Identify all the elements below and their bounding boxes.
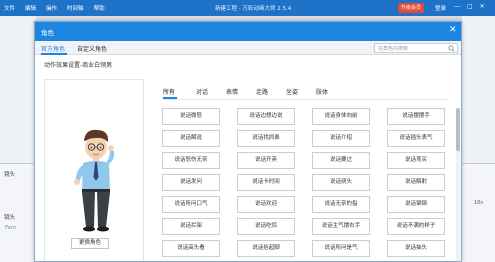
tab-custom-roles[interactable]: 自定义角色: [77, 44, 107, 53]
action-button[interactable]: 说话摆摆手: [387, 108, 445, 125]
app-title: 新建工程 - 万彩动画大师 2.5.4: [215, 6, 292, 12]
timeline-zoom: 10s: [474, 200, 483, 206]
timeline-label-camera-2: 镜头: [4, 215, 16, 221]
action-button[interactable]: 说话所问是气: [312, 240, 370, 257]
action-button[interactable]: 说话抬起脚: [237, 240, 295, 257]
action-button[interactable]: 说话身体向前: [312, 108, 370, 125]
action-button[interactable]: 说话边想边说: [237, 108, 295, 125]
maximize-icon[interactable]: □: [467, 3, 473, 10]
menu-timeline[interactable]: 时间轴: [67, 4, 84, 12]
action-button[interactable]: 说话介绍: [312, 130, 370, 147]
upgrade-button[interactable]: 升级会员: [398, 3, 424, 13]
category-tab-walk[interactable]: 走路: [256, 87, 268, 96]
category-tab-limbs[interactable]: 肢体: [316, 87, 328, 96]
minimize-icon[interactable]: —: [454, 3, 460, 10]
dialog-close-icon[interactable]: ✕: [449, 25, 457, 36]
action-button[interactable]: 说话挠头: [312, 174, 370, 191]
menu-help[interactable]: 帮助: [94, 4, 105, 12]
category-divider: [162, 99, 448, 100]
action-button[interactable]: 说话抽头: [387, 240, 445, 257]
close-icon[interactable]: ✕: [480, 3, 485, 10]
action-scrollbar-thumb[interactable]: [456, 108, 460, 151]
action-button[interactable]: 说话怒伤无奈: [162, 152, 220, 169]
role-dialog: 角色 ✕ 官方角色 自定义角色 在角色内搜索 动作效果设置-商业白领男 更换角色…: [34, 21, 462, 262]
action-button[interactable]: 说话无奈的指: [312, 196, 370, 213]
search-icon[interactable]: [448, 45, 455, 52]
action-button[interactable]: 说话拦架: [162, 218, 220, 235]
menu-edit[interactable]: 编辑: [25, 4, 36, 12]
menu-operate[interactable]: 操作: [46, 4, 57, 12]
action-button[interactable]: 说话钢钢: [387, 196, 445, 213]
dialog-titlebar: 角色 ✕: [35, 22, 461, 41]
action-category-tabs: 所有 对话 表情 走路 坐姿 肢体: [162, 87, 452, 99]
action-button[interactable]: 说话开英: [237, 152, 295, 169]
timeline-label-camera: 镜头: [4, 172, 16, 178]
change-character-button[interactable]: 更换角色: [71, 238, 109, 249]
dialog-title: 角色: [41, 29, 54, 37]
tab-official-roles[interactable]: 官方角色: [41, 44, 65, 53]
app-titlebar: 文件 编辑 操作 时间轴 帮助 新建工程 - 万彩动画大师 2.5.4 升级会员…: [0, 0, 495, 16]
action-button[interactable]: 说话插头表气: [387, 130, 445, 147]
action-button[interactable]: 说话要过: [312, 152, 370, 169]
action-button[interactable]: 说话欢迎: [237, 196, 295, 213]
action-settings-title: 动作效果设置-商业白领男: [44, 62, 113, 69]
category-tab-expression[interactable]: 表情: [226, 87, 238, 96]
dialog-tabs: 官方角色 自定义角色 在角色内搜索: [35, 41, 461, 55]
action-button[interactable]: 说话卡时间: [237, 174, 295, 191]
character-preview-panel: 更换角色: [44, 79, 144, 261]
action-button[interactable]: 说话吃惊: [237, 218, 295, 235]
action-button[interactable]: 说话微怒: [162, 108, 220, 125]
app-menu: 文件 编辑 操作 时间轴 帮助: [4, 4, 105, 12]
login-button[interactable]: 登录: [435, 4, 446, 12]
character-figure: [74, 129, 115, 232]
active-category-indicator: [163, 97, 177, 99]
action-button[interactable]: 说话所问口气: [162, 196, 220, 213]
action-button[interactable]: 说话找抓鼻: [237, 130, 295, 147]
action-button[interactable]: 说话不满的样子: [387, 218, 445, 235]
category-tab-all[interactable]: 所有: [163, 87, 175, 96]
action-button[interactable]: 说话解说: [162, 130, 220, 147]
action-button[interactable]: 说话发问: [162, 174, 220, 191]
search-placeholder: 在角色内搜索: [378, 46, 409, 52]
active-tab-indicator: [41, 53, 67, 55]
action-button[interactable]: 说话主气摆右手: [312, 218, 370, 235]
action-button[interactable]: 说话解射: [387, 174, 445, 191]
menu-file[interactable]: 文件: [4, 4, 15, 12]
action-button[interactable]: 说话高头看: [162, 240, 220, 257]
action-grid: 说话微怒 说话边想边说 说话身体向前 说话摆摆手说话解说 说话找抓鼻 说话介绍 说话插头表气…: [162, 108, 448, 261]
timeline-label-fam: Fam: [5, 225, 17, 231]
action-button[interactable]: 说话弯买: [387, 152, 445, 169]
category-tab-talk[interactable]: 对话: [196, 87, 208, 96]
role-search-input[interactable]: 在角色内搜索: [374, 43, 458, 53]
window-controls: — □ ✕: [454, 3, 485, 10]
category-tab-sit[interactable]: 坐姿: [286, 87, 298, 96]
